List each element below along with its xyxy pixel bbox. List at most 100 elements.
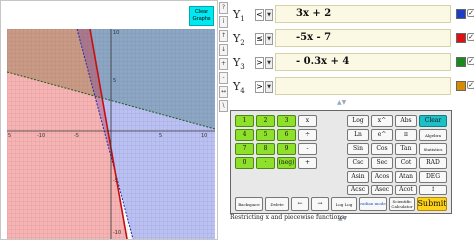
y-tick-label: -10 [113, 230, 121, 236]
clear-graphs-label-line2: Graphs [192, 16, 211, 22]
help-button[interactable]: ? [219, 2, 228, 14]
key-acos[interactable]: Acos [371, 171, 393, 183]
x-tick-label: 5 [8, 133, 11, 139]
key-acsc[interactable]: Acsc [347, 185, 369, 195]
equation-label: Y3 [233, 56, 245, 72]
key-2[interactable]: 2 [256, 115, 275, 127]
info-button[interactable]: i [219, 16, 228, 28]
key-algebra[interactable]: Algebra [419, 129, 447, 141]
chevron-down-icon[interactable]: ▼ [265, 57, 273, 69]
key-4[interactable]: 4 [235, 129, 254, 141]
visible-checkbox[interactable]: ✓ [467, 57, 474, 65]
x-tick-label: -10 [37, 133, 45, 139]
key-statistics[interactable]: Statistics [419, 143, 447, 155]
chevron-down-icon[interactable]: ▼ [265, 33, 273, 45]
equation-list: Y1 < ▼ 3x + 2 ✓ Y2 ≤ ▼ -5x - 7 ✓ Y3 > ▼ … [230, 0, 474, 106]
equation-row-y1: Y1 < ▼ 3x + 2 ✓ [230, 4, 474, 26]
log-log-button[interactable]: Log Log [331, 197, 357, 211]
key-asec[interactable]: Asec [371, 185, 393, 195]
equation-row-y3: Y3 > ▼ - 0.3x + 4 ✓ [230, 52, 474, 74]
key-3[interactable]: 3 [277, 115, 296, 127]
equation-input[interactable]: -5x - 7 [275, 29, 451, 47]
key-cot[interactable]: Cot [395, 157, 417, 169]
key-ln[interactable]: Ln [347, 129, 369, 141]
equation-input[interactable]: 3x + 2 [275, 5, 451, 23]
cursor-left-button[interactable]: ← [291, 197, 309, 211]
key-negate[interactable]: (neg) [277, 157, 296, 169]
visible-checkbox[interactable]: ✓ [467, 9, 474, 17]
x-tick-label: -5 [74, 133, 79, 139]
backspace-button[interactable]: Backspace [235, 197, 263, 211]
key-log[interactable]: Log [347, 115, 369, 127]
radian-mode-button[interactable]: radian mode [359, 197, 387, 211]
inequality-operator[interactable]: < [255, 9, 264, 21]
x-tick-label: 10 [201, 133, 207, 139]
key-asin[interactable]: Asin [347, 171, 369, 183]
key-9[interactable]: 9 [277, 143, 296, 155]
chevron-down-icon[interactable]: ▼ [265, 81, 273, 93]
key-divide[interactable]: ÷ [298, 129, 317, 141]
equation-label: Y2 [233, 32, 245, 48]
equation-label: Y4 [233, 80, 245, 96]
equation-input[interactable]: - 0.3x + 4 [275, 53, 451, 71]
key-5[interactable]: 5 [256, 129, 275, 141]
key-sin[interactable]: Sin [347, 143, 369, 155]
key-exp[interactable]: e^ [371, 129, 393, 141]
clear-graphs-button[interactable]: Clear Graphs [189, 6, 214, 26]
inequality-operator[interactable]: ≤ [255, 33, 264, 45]
key-7[interactable]: 7 [235, 143, 254, 155]
calculator-keypad: 1 2 3 x Log x^ Abs Clear 4 5 6 ÷ Ln e^ π… [230, 110, 452, 214]
resize-handle-icon[interactable]: ▲▼ [337, 100, 346, 106]
y-tick-label: -5 [113, 178, 118, 184]
key-csc[interactable]: Csc [347, 157, 369, 169]
scientific-calculator-button[interactable]: Scientific Calculator [389, 197, 415, 211]
clear-graphs-label-line1: Clear [194, 9, 209, 15]
key-6[interactable]: 6 [277, 129, 296, 141]
visible-checkbox[interactable]: ✓ [467, 33, 474, 41]
key-atan[interactable]: Atan [395, 171, 417, 183]
y-tick-label: 5 [113, 78, 116, 84]
piecewise-help-text: Restricting x and piecewise functions: [230, 214, 347, 221]
chevron-down-icon[interactable]: ▼ [265, 9, 273, 21]
key-sec[interactable]: Sec [371, 157, 393, 169]
key-plus[interactable]: + [298, 157, 317, 169]
key-minus[interactable]: - [298, 143, 317, 155]
visible-checkbox[interactable]: ✓ [467, 81, 474, 89]
inequality-operator[interactable]: > [255, 57, 264, 69]
key-rad[interactable]: RAD [419, 157, 447, 169]
graph-canvas[interactable]: 5 -10 -5 5 10 10 5 -5 -10 [7, 29, 215, 239]
key-8[interactable]: 8 [256, 143, 275, 155]
equation-row-y4: Y4 > ▼ ✓ [230, 76, 474, 98]
key-acot[interactable]: Acot [395, 185, 417, 195]
key-multiply[interactable]: x [298, 115, 317, 127]
inequality-operator[interactable]: > [255, 81, 264, 93]
scroll-up-button[interactable]: ↑ [219, 30, 228, 42]
color-swatch[interactable] [456, 57, 466, 67]
key-abs[interactable]: Abs [395, 115, 417, 127]
key-clear[interactable]: Clear [419, 115, 447, 127]
color-swatch[interactable] [456, 33, 466, 43]
key-toggle[interactable]: ↕ [419, 185, 447, 195]
trace-button[interactable]: \ [219, 100, 228, 112]
zoom-out-button[interactable]: - [219, 72, 228, 84]
graphing-calculator-app: Clear Graphs 5 -10 -5 5 10 10 5 -5 -10 ?… [0, 0, 474, 240]
key-tan[interactable]: Tan [395, 143, 417, 155]
key-0[interactable]: 0 [235, 157, 254, 169]
key-cos[interactable]: Cos [371, 143, 393, 155]
key-deg[interactable]: DEG [419, 171, 447, 183]
key-power[interactable]: x^ [371, 115, 393, 127]
submit-button[interactable]: Submit [417, 197, 447, 211]
color-swatch[interactable] [456, 9, 466, 19]
equation-label: Y1 [233, 8, 245, 24]
scroll-down-button[interactable]: ↓ [219, 44, 228, 56]
key-decimal[interactable]: · [256, 157, 275, 169]
equation-input[interactable] [275, 77, 451, 95]
equation-row-y2: Y2 ≤ ▼ -5x - 7 ✓ [230, 28, 474, 50]
key-pi[interactable]: π [395, 129, 417, 141]
delete-button[interactable]: Delete [265, 197, 289, 211]
color-swatch[interactable] [456, 81, 466, 91]
cursor-right-button[interactable]: → [311, 197, 329, 211]
zoom-in-button[interactable]: + [219, 58, 228, 70]
pan-button[interactable]: ↔ [219, 86, 228, 98]
key-1[interactable]: 1 [235, 115, 254, 127]
